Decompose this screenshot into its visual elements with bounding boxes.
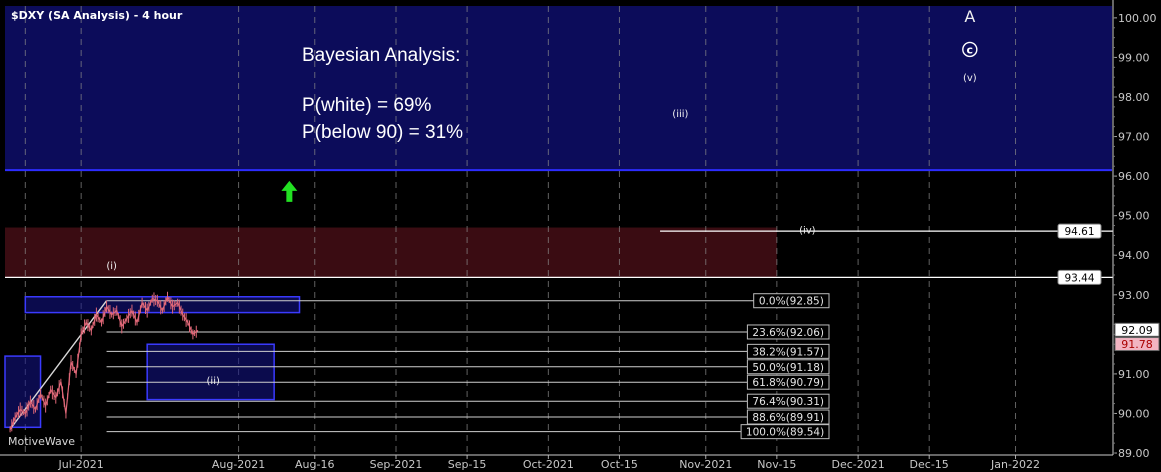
wave-label: c bbox=[967, 43, 974, 56]
fib-level-label: 61.8%(90.79) bbox=[752, 377, 824, 389]
price-tag-label: 92.09 bbox=[1121, 324, 1153, 337]
red-zone bbox=[5, 227, 777, 277]
fib-level-label: 50.0%(91.18) bbox=[752, 362, 824, 374]
x-tick-label: Nov-15 bbox=[757, 458, 796, 471]
note-heading: Bayesian Analysis: bbox=[302, 45, 460, 66]
note-line-1: P(white) = 69% bbox=[302, 95, 431, 116]
x-tick-label: Dec-2021 bbox=[831, 458, 884, 471]
x-tick-label: Sep-15 bbox=[448, 458, 487, 471]
chart-title: $DXY (SA Analysis) - 4 hour bbox=[11, 9, 183, 22]
level-line-label: 93.44 bbox=[1064, 272, 1094, 284]
wave-label: A bbox=[964, 7, 975, 26]
y-tick-label: 89.00 bbox=[1118, 447, 1150, 460]
fib-level-label: 100.0%(89.54) bbox=[746, 427, 824, 439]
level-line-label: 94.61 bbox=[1064, 226, 1094, 238]
y-tick-label: 94.00 bbox=[1118, 249, 1150, 262]
wave-label: (iv) bbox=[799, 225, 816, 236]
x-tick-label: Jul-2021 bbox=[58, 458, 104, 471]
price-chart[interactable]: 0.0%(92.85) 23.6%(92.06) 38.2%(91.57) 50.0%… bbox=[0, 0, 1161, 472]
wave-label: (ii) bbox=[207, 376, 220, 387]
x-tick-label: Dec-15 bbox=[910, 458, 949, 471]
fib-level-label: 0.0%(92.85) bbox=[759, 296, 824, 308]
x-tick-label: Aug-2021 bbox=[212, 458, 265, 471]
y-tick-label: 91.00 bbox=[1118, 368, 1150, 381]
fib-level-label: 23.6%(92.06) bbox=[752, 327, 824, 339]
y-tick-label: 97.00 bbox=[1118, 131, 1150, 144]
watermark: MotiveWave bbox=[8, 435, 75, 448]
y-tick-label: 93.00 bbox=[1118, 289, 1150, 302]
wave-label: (v) bbox=[963, 73, 977, 84]
y-tick-label: 99.00 bbox=[1118, 51, 1150, 64]
wave-box bbox=[146, 343, 275, 401]
fib-level-label: 76.4%(90.31) bbox=[752, 396, 824, 408]
x-tick-label: Nov-2021 bbox=[679, 458, 732, 471]
y-tick-label: 100.00 bbox=[1118, 12, 1157, 25]
fib-level-label: 38.2%(91.57) bbox=[752, 346, 824, 358]
x-tick-label: Jan-2022 bbox=[990, 458, 1040, 471]
wave-label: (iii) bbox=[672, 109, 688, 120]
x-tick-label: Oct-15 bbox=[601, 458, 638, 471]
x-tick-label: Oct-2021 bbox=[523, 458, 574, 471]
y-tick-label: 98.00 bbox=[1118, 91, 1150, 104]
y-tick-label: 95.00 bbox=[1118, 210, 1150, 223]
y-tick-label: 90.00 bbox=[1118, 407, 1150, 420]
x-tick-label: Sep-2021 bbox=[370, 458, 423, 471]
price-tag-label: 91.78 bbox=[1121, 338, 1153, 351]
note-line-2: P(below 90) = 31% bbox=[302, 122, 463, 143]
wave-box bbox=[4, 355, 42, 429]
wave-label: (i) bbox=[106, 261, 117, 272]
fib-level-label: 88.6%(89.91) bbox=[752, 412, 824, 424]
y-tick-label: 96.00 bbox=[1118, 170, 1150, 183]
x-tick-label: Aug-16 bbox=[295, 458, 334, 471]
blue-zone bbox=[5, 6, 1112, 171]
